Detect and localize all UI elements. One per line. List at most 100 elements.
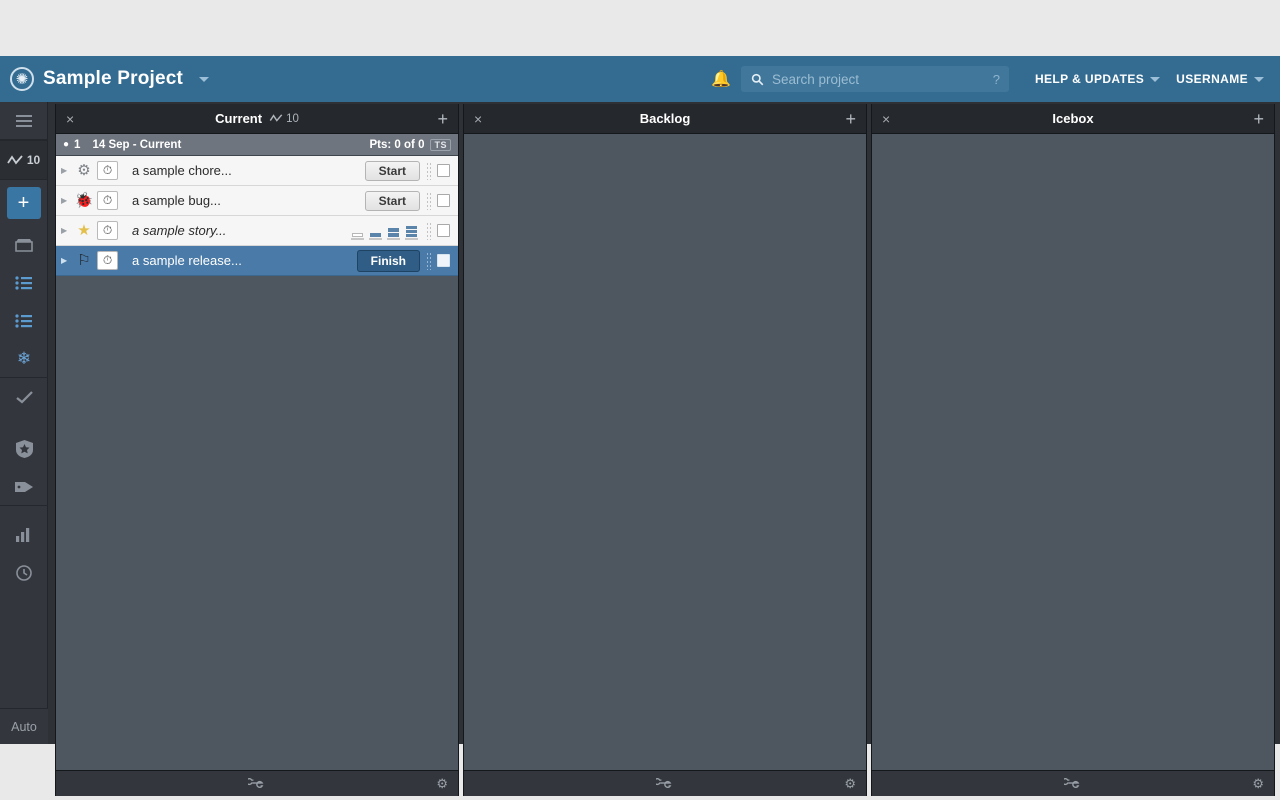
panel-body-backlog[interactable] (464, 134, 866, 770)
story-action: Start (364, 161, 420, 181)
chevron-down-icon (199, 76, 210, 82)
drag-handle[interactable] (426, 191, 432, 210)
left-sidebar-rail: 10 + ❄ Auto (0, 102, 48, 744)
close-icon[interactable]: × (66, 111, 82, 127)
story-checkbox[interactable] (437, 194, 450, 207)
sidebar-item-icebox[interactable]: ❄ (0, 340, 48, 378)
estimate-option-8[interactable] (405, 222, 418, 240)
gear-icon[interactable]: ⚙ (73, 163, 95, 178)
panel-title-group: Current 10 (82, 111, 432, 126)
drag-handle[interactable] (426, 221, 432, 240)
iteration-badge: TS (430, 138, 451, 151)
help-and-updates-menu[interactable]: HELP & UPDATES (1027, 56, 1168, 102)
estimate-option-2[interactable] (369, 222, 382, 240)
gear-icon[interactable]: ⚙ (436, 776, 448, 792)
panel-icebox: × Icebox + ⚙ (871, 104, 1275, 796)
snowflake-icon: ❄ (16, 349, 32, 368)
iteration-number: 1 (74, 138, 81, 151)
story-action: Start (364, 191, 420, 211)
username-menu[interactable]: USERNAME (1168, 56, 1272, 102)
panel-body-current: ● 1 14 Sep - Current Pts: 0 of 0 TS ▶ ⚙ … (56, 134, 458, 770)
panel-title: Icebox (1052, 111, 1094, 126)
stopwatch-icon[interactable]: ⏱ (97, 161, 118, 180)
link-icon[interactable] (1061, 777, 1082, 791)
bug-icon[interactable]: 🐞 (73, 193, 95, 208)
project-brand[interactable]: ✺ Sample Project (0, 67, 210, 91)
iteration-header[interactable]: ● 1 14 Sep - Current Pts: 0 of 0 TS (56, 134, 458, 156)
tracker-logo-icon: ✺ (10, 67, 34, 91)
sidebar-item-hamburger-menu[interactable] (0, 102, 48, 140)
sidebar-item-add-story[interactable]: + (0, 180, 47, 226)
expand-arrow-icon[interactable]: ▶ (61, 256, 73, 265)
expand-arrow-icon[interactable]: ▶ (61, 226, 73, 235)
trend-icon (269, 114, 283, 122)
sidebar-item-history[interactable] (0, 554, 48, 592)
search-help-hint[interactable]: ? (993, 72, 1009, 87)
iteration-points: Pts: 0 of 0 (369, 138, 425, 151)
expand-arrow-icon[interactable]: ▶ (61, 196, 73, 205)
start-button[interactable]: Start (364, 161, 420, 181)
sidebar-item-analytics[interactable] (0, 516, 48, 554)
panel-title-group: Icebox (898, 111, 1248, 126)
story-action: Finish (356, 250, 420, 272)
star-icon[interactable]: ★ (73, 223, 95, 238)
add-story-to-panel-icon[interactable]: + (1248, 110, 1264, 128)
gear-icon[interactable]: ⚙ (844, 776, 856, 792)
app-window: ✺ Sample Project 🔔 ? HELP & UPDATES (0, 56, 1280, 796)
project-name: Sample Project (43, 68, 184, 89)
story-row-bug[interactable]: ▶ 🐞 ⏱ a sample bug... Start (56, 186, 458, 216)
estimate-option-1[interactable] (351, 222, 364, 240)
add-story-to-panel-icon[interactable]: + (840, 110, 856, 128)
notifications-bell-icon[interactable]: 🔔 (701, 56, 741, 102)
story-checkbox[interactable] (437, 254, 450, 267)
add-story-to-panel-icon[interactable]: + (432, 110, 448, 128)
search-box[interactable]: ? (740, 66, 1009, 92)
story-row-release[interactable]: ▶ ⚐ ⏱ a sample release... Finish (56, 246, 458, 276)
close-icon[interactable]: × (474, 111, 490, 127)
search-input[interactable] (771, 71, 993, 87)
gear-icon[interactable]: ⚙ (1252, 776, 1264, 792)
link-icon[interactable] (245, 777, 266, 791)
panel-footer-backlog: ⚙ (464, 770, 866, 796)
panel-backlog: × Backlog + ⚙ (463, 104, 867, 796)
panel-title: Current (215, 111, 263, 126)
drag-handle[interactable] (426, 161, 432, 180)
story-checkbox[interactable] (437, 164, 450, 177)
sidebar-auto-label: Auto (11, 719, 37, 734)
sidebar-item-my-work[interactable] (0, 226, 48, 264)
flag-icon[interactable]: ⚐ (73, 253, 95, 268)
story-title: a sample release... (132, 253, 242, 268)
story-row-chore[interactable]: ▶ ⚙ ⏱ a sample chore... Start (56, 156, 458, 186)
finish-button[interactable]: Finish (356, 250, 420, 272)
username-label: USERNAME (1176, 72, 1248, 86)
top-navigation-bar: ✺ Sample Project 🔔 ? HELP & UPDATES (0, 56, 1280, 102)
story-row-feature[interactable]: ▶ ★ ⏱ a sample story... (56, 216, 458, 246)
top-bar-right-group: 🔔 ? HELP & UPDATES USERNAME (701, 56, 1280, 102)
stopwatch-icon[interactable]: ⏱ (97, 221, 118, 240)
drag-handle[interactable] (426, 251, 432, 270)
sidebar-item-done[interactable] (0, 378, 48, 416)
close-icon[interactable]: × (882, 111, 898, 127)
sidebar-item-current-iteration[interactable] (0, 264, 48, 302)
estimate-option-4[interactable] (387, 222, 400, 240)
panel-current: × Current 10 + ● 1 14 Sep - Current Pts:… (55, 104, 459, 796)
story-title: a sample chore... (132, 163, 232, 178)
sidebar-item-epics[interactable] (0, 430, 48, 468)
sidebar-velocity-value: 10 (26, 153, 41, 167)
panel-velocity: 10 (269, 113, 299, 125)
link-icon[interactable] (653, 777, 674, 791)
sidebar-auto-toggle[interactable]: Auto (0, 708, 48, 744)
panel-header-current: × Current 10 + (56, 104, 458, 134)
stopwatch-icon[interactable]: ⏱ (97, 251, 118, 270)
stopwatch-icon[interactable]: ⏱ (97, 191, 118, 210)
panel-title: Backlog (639, 111, 691, 126)
sidebar-item-velocity[interactable]: 10 (0, 140, 47, 180)
expand-arrow-icon[interactable]: ▶ (61, 166, 73, 175)
panel-header-backlog: × Backlog + (464, 104, 866, 134)
sidebar-item-backlog[interactable] (0, 302, 48, 340)
panel-velocity-value: 10 (286, 112, 299, 125)
story-checkbox[interactable] (437, 224, 450, 237)
panel-body-icebox[interactable] (872, 134, 1274, 770)
sidebar-item-labels[interactable] (0, 468, 48, 506)
start-button[interactable]: Start (364, 191, 420, 211)
